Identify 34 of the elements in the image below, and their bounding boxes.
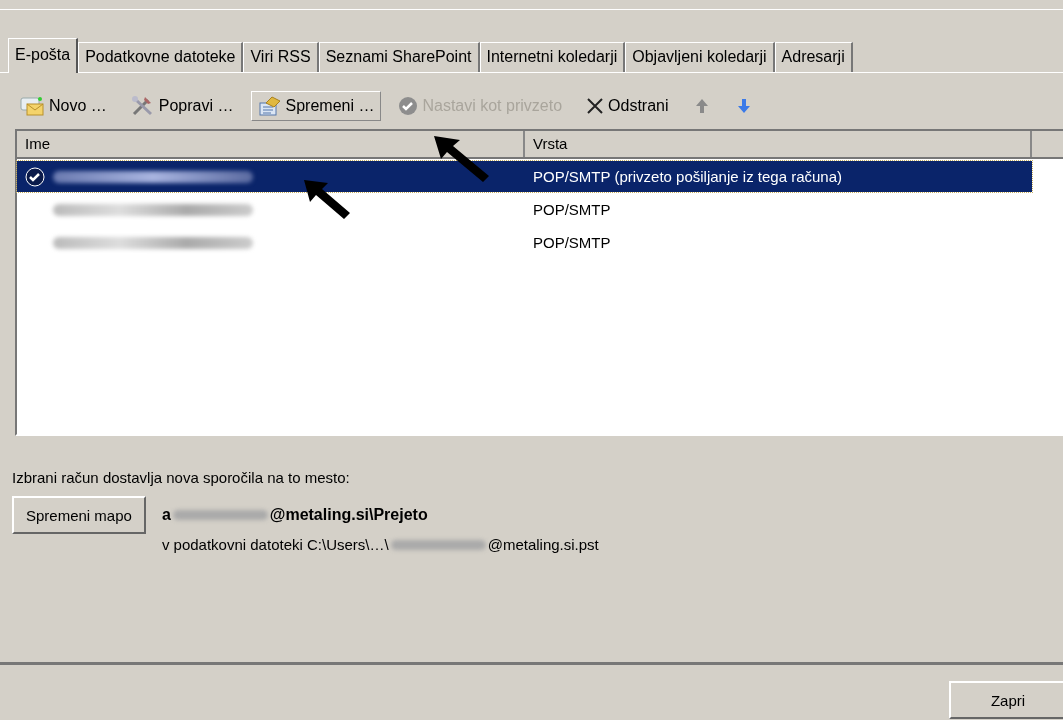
pointer-arrow (432, 134, 492, 184)
pointer-arrow (302, 178, 352, 220)
data-file-path: @metaling.si.pst (487, 536, 599, 553)
tab[interactable]: Podatkovne datoteke (78, 42, 244, 72)
account-row[interactable]: POP/SMTP (17, 227, 1063, 258)
tab[interactable]: Adresarji (774, 42, 853, 72)
envelope-icon (19, 95, 45, 117)
tab[interactable]: Viri RSS (243, 42, 319, 72)
toolbar-button[interactable]: Popravi … (123, 91, 241, 121)
toolbar-button[interactable]: Odstrani (579, 93, 676, 119)
tab[interactable]: E-pošta (8, 38, 79, 73)
change-folder-button[interactable]: Spremeni mapo (12, 496, 146, 534)
toolbar-button[interactable]: Novo … (12, 91, 114, 121)
arrow-up-icon (694, 98, 709, 114)
tools-icon (130, 95, 155, 117)
tab[interactable]: Internetni koledarji (479, 42, 626, 72)
folder-path: a (161, 506, 171, 524)
tab[interactable]: Seznami SharePoint (318, 42, 480, 72)
close-icon (586, 97, 605, 115)
account-type: POP/SMTP (533, 201, 611, 218)
card-icon (257, 95, 282, 117)
delivery-label: Izbrani račun dostavlja nova sporočila na to mesto: (12, 469, 351, 486)
folder-path: @metaling.si\Prejeto (269, 506, 428, 524)
account-type: POP/SMTP (533, 234, 611, 251)
account-row[interactable]: POP/SMTP (privzeto pošiljanje iz tega računa) (17, 161, 1032, 192)
account-type: POP/SMTP (privzeto pošiljanje iz tega računa) (533, 168, 843, 185)
arrow-down-icon (736, 98, 751, 114)
data-file-path: v podatkovni datoteki C:\Users\…\ (161, 536, 389, 553)
toolbar-button[interactable]: Spremeni … (250, 91, 382, 121)
tab[interactable]: Objavljeni koledarji (625, 42, 775, 72)
close-button[interactable]: Zapri (949, 681, 1063, 719)
column-header[interactable]: Vrsta (525, 131, 1032, 157)
account-row[interactable]: POP/SMTP (17, 194, 1063, 225)
check-circle-icon (398, 96, 419, 116)
